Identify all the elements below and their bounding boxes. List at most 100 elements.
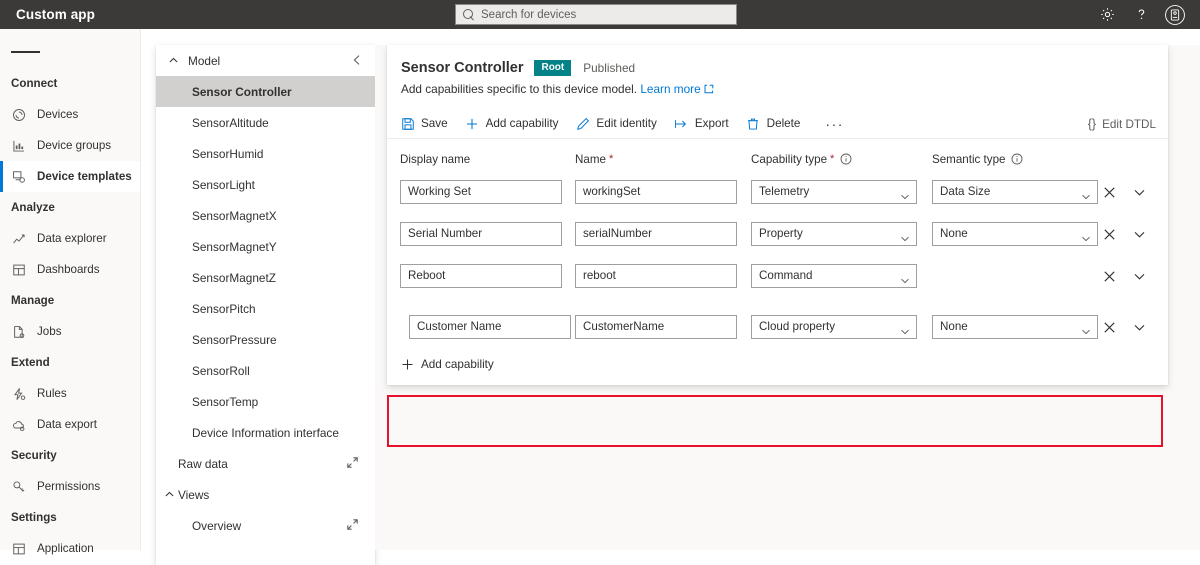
- sidebar-item-data-export[interactable]: Data export: [0, 409, 140, 440]
- sidebar-item-application[interactable]: Application: [0, 533, 140, 564]
- sidebar-item-jobs[interactable]: Jobs: [0, 316, 140, 347]
- question-mark-icon[interactable]: [1124, 0, 1158, 29]
- cell-capability-type: Property: [751, 222, 932, 246]
- info-icon[interactable]: [1011, 153, 1023, 165]
- tree-item-sensormagnetz[interactable]: SensorMagnetZ: [156, 262, 375, 293]
- sidebar-item-device-templates[interactable]: Device templates: [0, 161, 140, 192]
- nav-group-connect: Connect: [11, 77, 58, 90]
- tree-item-sensorhumid[interactable]: SensorHumid: [156, 138, 375, 169]
- tree-item-sensor-controller[interactable]: Sensor Controller: [156, 76, 375, 107]
- edit-identity-button[interactable]: Edit identity: [575, 109, 665, 139]
- tree-item-label: Sensor Controller: [192, 84, 292, 99]
- display-name-input[interactable]: Serial Number: [400, 222, 562, 246]
- semantic-type-value: None: [940, 227, 968, 240]
- cell-name: reboot: [575, 264, 751, 288]
- semantic-type-select[interactable]: Data Size: [932, 180, 1098, 204]
- tree-item-sensorroll[interactable]: SensorRoll: [156, 355, 375, 386]
- capabilities-toolbar: Save Add capability Edit identity Export…: [387, 109, 1168, 139]
- name-input[interactable]: workingSet: [575, 180, 737, 204]
- delete-row-icon[interactable]: [1094, 177, 1124, 207]
- learn-more-link[interactable]: Learn more: [640, 82, 700, 96]
- expand-row-chevron-icon[interactable]: [1124, 219, 1154, 249]
- save-label: Save: [421, 117, 448, 130]
- tree-item-raw-data[interactable]: Raw data: [156, 448, 375, 479]
- tree-item-views[interactable]: Views: [156, 479, 375, 510]
- tree-item-sensormagnety[interactable]: SensorMagnetY: [156, 231, 375, 262]
- tree-item-sensorpitch[interactable]: SensorPitch: [156, 293, 375, 324]
- add-capability-toolbar-button[interactable]: Add capability: [465, 109, 568, 139]
- name-input[interactable]: serialNumber: [575, 222, 737, 246]
- tree-item-device-information-interface[interactable]: Device Information interface: [156, 417, 375, 448]
- tree-item-label: Overview: [192, 518, 242, 533]
- capability-type-select[interactable]: Property: [751, 222, 917, 246]
- expand-row-chevron-icon[interactable]: [1124, 312, 1154, 342]
- display-name-input[interactable]: Working Set: [400, 180, 562, 204]
- expand-arrow-icon[interactable]: [346, 456, 359, 469]
- search-input[interactable]: Search for devices: [455, 4, 737, 25]
- delete-row-icon[interactable]: [1094, 261, 1124, 291]
- info-icon[interactable]: [840, 153, 852, 165]
- sidebar-item-label: Jobs: [37, 325, 62, 338]
- capability-type-value: Property: [759, 227, 803, 240]
- capability-type-select[interactable]: Command: [751, 264, 917, 288]
- sidebar-item-label: Device templates: [37, 170, 132, 183]
- display-name-input[interactable]: Customer Name: [409, 315, 571, 339]
- semantic-type-select[interactable]: None: [932, 222, 1098, 246]
- expand-row-chevron-icon[interactable]: [1124, 261, 1154, 291]
- sidebar-item-dashboards[interactable]: Dashboards: [0, 254, 140, 285]
- nav-group-manage: Manage: [11, 294, 55, 307]
- name-input[interactable]: CustomerName: [575, 315, 737, 339]
- sidebar-item-label: Dashboards: [37, 263, 100, 276]
- cell-capability-type: Command: [751, 264, 932, 288]
- sidebar-item-device-groups[interactable]: Device groups: [0, 130, 140, 161]
- edit-dtdl-button[interactable]: {} Edit DTDL: [1088, 109, 1156, 139]
- cloud-export-icon: [11, 417, 27, 433]
- model-tree-header[interactable]: Model: [156, 45, 375, 76]
- chevron-up-icon: [164, 489, 175, 500]
- hamburger-menu-icon[interactable]: [0, 36, 40, 68]
- capabilities-table: Display name Name * Capability type * Se…: [387, 139, 1168, 447]
- model-tree-header-label: Model: [188, 53, 221, 68]
- tree-item-label: SensorHumid: [192, 146, 264, 161]
- expand-arrow-icon[interactable]: [346, 518, 359, 531]
- tree-item-sensoraltitude[interactable]: SensorAltitude: [156, 107, 375, 138]
- sidebar-item-label: Permissions: [37, 480, 101, 493]
- capability-type-select[interactable]: Cloud property: [751, 315, 917, 339]
- sidebar-item-rules[interactable]: Rules: [0, 378, 140, 409]
- expand-row-chevron-icon[interactable]: [1124, 177, 1154, 207]
- chevron-down-icon: [900, 323, 910, 335]
- tree-item-overview[interactable]: Overview: [156, 510, 375, 541]
- save-button[interactable]: Save: [400, 109, 457, 139]
- tree-item-sensormagnetx[interactable]: SensorMagnetX: [156, 200, 375, 231]
- tree-item-sensortemp[interactable]: SensorTemp: [156, 386, 375, 417]
- sidebar-item-permissions[interactable]: Permissions: [0, 471, 140, 502]
- chevron-left-icon[interactable]: [349, 52, 365, 68]
- capability-type-value: Command: [759, 269, 813, 282]
- sidebar-item-devices[interactable]: Devices: [0, 99, 140, 130]
- app-title: Custom app: [16, 7, 96, 22]
- export-button[interactable]: Export: [674, 109, 738, 139]
- name-input[interactable]: reboot: [575, 264, 737, 288]
- tree-item-sensorlight[interactable]: SensorLight: [156, 169, 375, 200]
- delete-row-icon[interactable]: [1094, 312, 1124, 342]
- gear-icon[interactable]: [1090, 0, 1124, 29]
- nav-group-security: Security: [11, 449, 57, 462]
- delete-row-icon[interactable]: [1094, 219, 1124, 249]
- cell-display-name: Reboot: [400, 264, 575, 288]
- sidebar-item-data-explorer[interactable]: Data explorer: [0, 223, 140, 254]
- tree-item-sensorpressure[interactable]: SensorPressure: [156, 324, 375, 355]
- overflow-menu-button[interactable]: ···: [819, 109, 850, 139]
- chevron-down-icon: [900, 188, 910, 200]
- nav-group-settings: Settings: [11, 511, 57, 524]
- add-capability-link[interactable]: Add capability: [387, 348, 1168, 380]
- capability-type-select[interactable]: Telemetry: [751, 180, 917, 204]
- trash-icon: [746, 116, 761, 131]
- cell-name: workingSet: [575, 180, 751, 204]
- tree-item-label: SensorMagnetZ: [192, 270, 276, 285]
- delete-button[interactable]: Delete: [746, 109, 810, 139]
- sidebar-item-label: Device groups: [37, 139, 112, 152]
- display-name-input[interactable]: Reboot: [400, 264, 562, 288]
- account-avatar-icon[interactable]: [1158, 0, 1192, 29]
- semantic-type-select[interactable]: None: [932, 315, 1098, 339]
- cell-semantic-type: Data Size: [932, 180, 1112, 204]
